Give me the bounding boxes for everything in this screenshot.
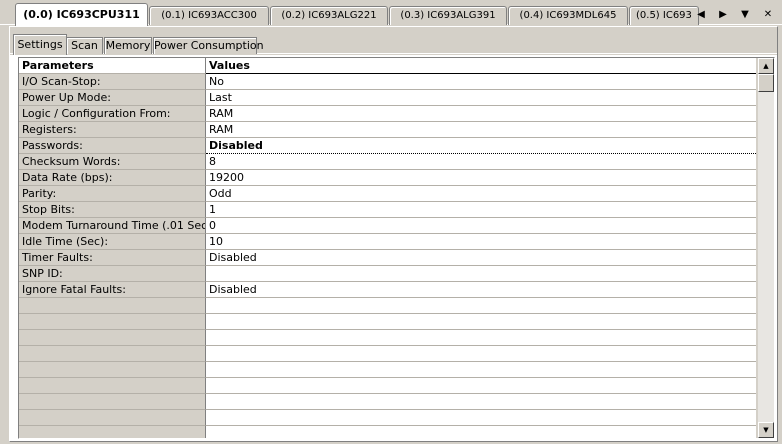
parameter-name: Checksum Words:	[19, 154, 206, 170]
parameter-name: Timer Faults:	[19, 250, 206, 266]
scroll-up-icon[interactable]: ▲	[758, 58, 774, 74]
tab-module-0-1[interactable]: (0.1) IC693ACC300	[149, 6, 269, 25]
empty-parameter-cell	[19, 330, 206, 346]
empty-parameter-cell	[19, 426, 206, 438]
parameter-value[interactable]: Disabled	[206, 250, 756, 266]
empty-table-row	[19, 378, 756, 394]
parameter-value[interactable]: 10	[206, 234, 756, 250]
table-row[interactable]: I/O Scan-Stop: No	[19, 74, 756, 90]
module-tab-strip: (0.0) IC693CPU311 (0.1) IC693ACC300 (0.2…	[0, 0, 782, 26]
parameter-value[interactable]: 19200	[206, 170, 756, 186]
parameter-value[interactable]: 0	[206, 218, 756, 234]
table-row[interactable]: SNP ID:	[19, 266, 756, 282]
table-row[interactable]: Logic / Configuration From: RAM	[19, 106, 756, 122]
table-row[interactable]: Ignore Fatal Faults: Disabled	[19, 282, 756, 298]
table-row[interactable]: Stop Bits: 1	[19, 202, 756, 218]
empty-value-cell	[206, 410, 756, 426]
tab-power-consumption[interactable]: Power Consumption	[153, 37, 264, 54]
empty-parameter-cell	[19, 394, 206, 410]
empty-table-row	[19, 394, 756, 410]
parameter-value[interactable]: 1	[206, 202, 756, 218]
table-row[interactable]: Registers: RAM	[19, 122, 756, 138]
tab-list-dropdown-icon[interactable]: ▼	[736, 6, 754, 24]
parameter-value[interactable]: Last	[206, 90, 756, 106]
parameter-value[interactable]: 8	[206, 154, 756, 170]
parameter-name: Parity:	[19, 186, 206, 202]
parameter-value[interactable]: Disabled	[206, 138, 756, 154]
column-header-parameters[interactable]: Parameters	[19, 58, 206, 74]
tab-settings[interactable]: Settings	[13, 34, 67, 55]
tab-module-0-4[interactable]: (0.4) IC693MDL645	[508, 6, 628, 25]
empty-value-cell	[206, 394, 756, 410]
tab-module-0-0[interactable]: (0.0) IC693CPU311	[15, 3, 148, 26]
tab-module-0-5[interactable]: (0.5) IC693	[629, 6, 699, 25]
table-row[interactable]: Timer Faults: Disabled	[19, 250, 756, 266]
empty-table-row	[19, 410, 756, 426]
empty-parameter-cell	[19, 314, 206, 330]
tab-scroll-left-icon[interactable]: ◀	[692, 6, 710, 24]
table-row[interactable]: Idle Time (Sec): 10	[19, 234, 756, 250]
parameter-name: Power Up Mode:	[19, 90, 206, 106]
empty-parameter-cell	[19, 346, 206, 362]
empty-value-cell	[206, 378, 756, 394]
empty-table-row	[19, 314, 756, 330]
empty-value-cell	[206, 298, 756, 314]
parameter-name: I/O Scan-Stop:	[19, 74, 206, 90]
empty-parameter-cell	[19, 362, 206, 378]
empty-value-cell	[206, 426, 756, 438]
table-row[interactable]: Modem Turnaround Time (.01 Sec / C0	[19, 218, 756, 234]
parameter-name: Ignore Fatal Faults:	[19, 282, 206, 298]
module-properties-panel: Settings Scan Memory Power Consumption P…	[9, 26, 778, 442]
parameter-value[interactable]: No	[206, 74, 756, 90]
tab-memory[interactable]: Memory	[104, 37, 152, 54]
empty-parameter-cell	[19, 378, 206, 394]
table-row[interactable]: Checksum Words: 8	[19, 154, 756, 170]
empty-table-row	[19, 362, 756, 378]
parameter-name: Logic / Configuration From:	[19, 106, 206, 122]
parameter-value[interactable]: Odd	[206, 186, 756, 202]
scrollbar-thumb[interactable]	[758, 74, 774, 92]
parameter-name: Idle Time (Sec):	[19, 234, 206, 250]
empty-table-row	[19, 298, 756, 314]
parameter-name: Stop Bits:	[19, 202, 206, 218]
empty-parameter-cell	[19, 298, 206, 314]
parameter-name: SNP ID:	[19, 266, 206, 282]
table-row[interactable]: Power Up Mode: Last	[19, 90, 756, 106]
tab-scan[interactable]: Scan	[66, 37, 103, 54]
empty-parameter-cell	[19, 410, 206, 426]
empty-table-row	[19, 346, 756, 362]
parameter-value[interactable]: RAM	[206, 122, 756, 138]
empty-value-cell	[206, 346, 756, 362]
close-icon[interactable]: ✕	[759, 6, 777, 24]
empty-table-row	[19, 426, 756, 438]
column-header-values[interactable]: Values	[206, 58, 756, 74]
vertical-scrollbar[interactable]: ▲ ▼	[758, 58, 774, 438]
tab-scroll-right-icon[interactable]: ▶	[714, 6, 732, 24]
empty-value-cell	[206, 330, 756, 346]
empty-table-row	[19, 330, 756, 346]
table-row[interactable]: Data Rate (bps): 19200	[19, 170, 756, 186]
parameters-grid: Parameters Values I/O Scan-Stop: No Power …	[18, 57, 775, 439]
parameter-value[interactable]: RAM	[206, 106, 756, 122]
empty-value-cell	[206, 314, 756, 330]
tab-module-0-2[interactable]: (0.2) IC693ALG221	[270, 6, 388, 25]
parameter-name: Registers:	[19, 122, 206, 138]
settings-tab-strip: Settings Scan Memory Power Consumption	[10, 27, 777, 55]
parameter-name: Modem Turnaround Time (.01 Sec / C	[19, 218, 206, 234]
parameter-name: Passwords:	[19, 138, 206, 154]
table-row[interactable]: Parity: Odd	[19, 186, 756, 202]
empty-value-cell	[206, 362, 756, 378]
parameter-name: Data Rate (bps):	[19, 170, 206, 186]
grid-header-row: Parameters Values	[19, 58, 756, 74]
scroll-down-icon[interactable]: ▼	[758, 422, 774, 438]
parameter-value[interactable]	[206, 266, 756, 282]
parameter-value[interactable]: Disabled	[206, 282, 756, 298]
tab-module-0-3[interactable]: (0.3) IC693ALG391	[389, 6, 507, 25]
table-row[interactable]: Passwords: Disabled	[19, 138, 756, 154]
